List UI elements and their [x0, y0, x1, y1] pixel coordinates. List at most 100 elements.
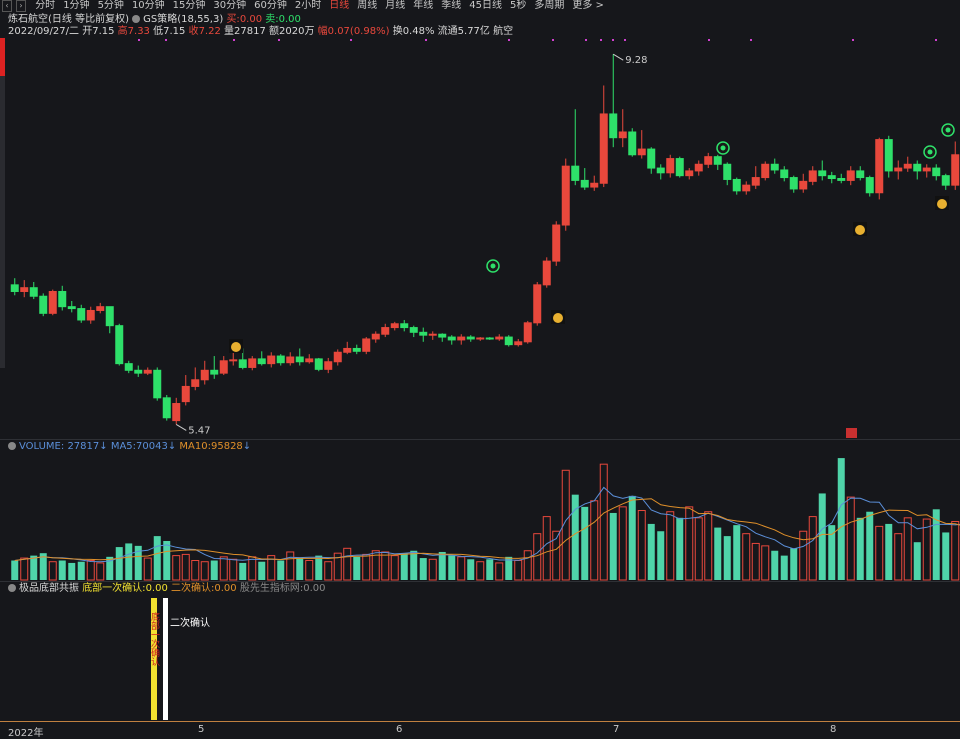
candle-body — [134, 369, 143, 374]
second-confirm-label: 二次确认: — [171, 583, 215, 594]
candle-body — [276, 355, 285, 364]
volume-bar — [628, 495, 636, 580]
candle-body — [789, 177, 798, 190]
volume-bar — [913, 542, 921, 580]
candle-body — [495, 336, 504, 340]
second-confirm-bar — [163, 598, 168, 720]
x-label-year: 2022年 — [8, 728, 44, 739]
volume-bar — [647, 523, 655, 580]
candle-body — [723, 163, 732, 180]
candle-body — [172, 403, 181, 422]
volume-bar — [942, 532, 950, 580]
ma5-down-arrow: ↓ — [167, 441, 177, 452]
signal-dot — [612, 39, 614, 41]
candle-body — [105, 306, 114, 327]
volume-bar — [486, 559, 494, 580]
candle-body — [191, 379, 200, 387]
source-label: 股先生指标网: — [239, 583, 304, 594]
volume-bar — [885, 523, 893, 580]
candle-body — [267, 355, 276, 365]
candle-body — [352, 347, 361, 352]
x-label-jun: 6 — [396, 724, 403, 735]
candle-body — [903, 163, 912, 169]
volume-bar — [353, 556, 361, 580]
volume-bar — [172, 555, 181, 581]
volume-bar — [448, 555, 456, 580]
candle-body — [552, 224, 561, 262]
signal-dot — [624, 39, 626, 41]
ma10-label: MA10: — [179, 441, 211, 452]
volume-settings-icon[interactable] — [8, 442, 16, 450]
candle-body — [115, 325, 124, 365]
candle-body — [941, 175, 950, 186]
volume-bar — [96, 562, 105, 581]
volume-bar — [618, 506, 627, 581]
kline-chart[interactable]: 9.28 5.47 底部一次确认 二次确认 — [0, 0, 960, 738]
ma5-label: MA5: — [110, 441, 137, 452]
candle-body — [39, 295, 48, 314]
price-volume-divider — [0, 439, 960, 440]
volume-bar — [714, 527, 722, 580]
volume-bar — [20, 557, 29, 581]
candle-body — [590, 182, 599, 188]
candle-body — [770, 163, 779, 171]
volume-bar — [790, 548, 798, 580]
sell-signal-icon-core — [720, 145, 726, 151]
volume-bar — [48, 561, 57, 581]
candle-body — [751, 177, 760, 186]
buy-signal-icon — [855, 225, 865, 235]
low-label: 5.47 — [188, 425, 210, 436]
candle-body — [200, 369, 209, 381]
candle-body — [913, 163, 922, 172]
candle-body — [884, 139, 893, 172]
indicator-settings-icon-2[interactable] — [8, 584, 16, 592]
candle-body — [808, 170, 817, 182]
sell-signal-icon-core — [490, 263, 496, 269]
indicator-name: 极品底部共振 — [19, 583, 79, 594]
candle-body — [846, 170, 855, 181]
candle-body — [314, 358, 323, 370]
ma10-down-arrow: ↓ — [242, 441, 252, 452]
volume-bar — [438, 551, 446, 580]
volume-bar — [828, 525, 836, 580]
volume-bar — [751, 542, 760, 581]
candle-body — [162, 397, 171, 419]
candle-body — [10, 284, 19, 292]
candle-body — [523, 322, 532, 343]
candle-body — [628, 131, 637, 156]
candle-body — [77, 308, 86, 321]
buy-signal-icon — [231, 342, 241, 352]
candle-body — [666, 158, 675, 174]
volume-bar — [58, 560, 66, 580]
candle-body — [305, 358, 314, 363]
volume-bar — [258, 561, 266, 580]
volume-bar — [799, 530, 808, 581]
signal-dot — [935, 39, 937, 41]
volume-bar — [277, 560, 285, 580]
volume-bar — [581, 506, 589, 580]
volume-bar — [30, 555, 38, 580]
volume-bar — [818, 493, 826, 580]
candle-body — [618, 131, 627, 139]
volume-bar — [733, 525, 741, 580]
candle-body — [732, 178, 741, 192]
volume-bar — [694, 517, 703, 581]
volume-bar — [248, 556, 257, 581]
candle-body — [713, 156, 722, 165]
candle-body — [514, 341, 523, 346]
volume-bar — [780, 555, 788, 580]
first-confirm-label: 底部一次确认: — [82, 583, 146, 594]
candle-body — [381, 327, 390, 335]
candle-body — [704, 156, 713, 165]
volume-bar — [514, 559, 523, 581]
candle-body — [894, 167, 903, 172]
volume-legend-value: 27817 — [67, 441, 100, 452]
candle-body — [457, 336, 466, 341]
second-confirm-value: 0.00 — [214, 583, 237, 594]
volume-bar — [837, 458, 845, 580]
x-label-aug: 8 — [830, 724, 837, 735]
source-value: 0.00 — [303, 583, 326, 594]
volume-bar — [676, 517, 684, 580]
candle-body — [742, 184, 751, 192]
volume-bar — [77, 561, 85, 580]
